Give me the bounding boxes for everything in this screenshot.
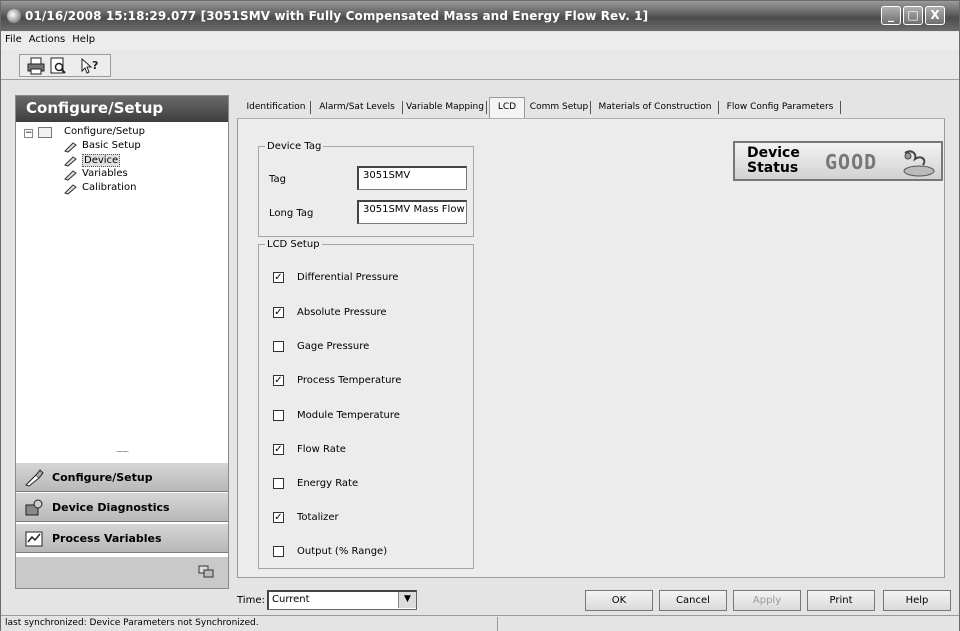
toolbar: ?	[1, 50, 959, 80]
apply-button[interactable]: Apply	[733, 590, 801, 611]
checkbox[interactable]: ✓	[273, 512, 284, 523]
long-tag-label: Long Tag	[269, 208, 314, 219]
group-legend: LCD Setup	[267, 239, 320, 250]
nav-footer	[16, 556, 228, 588]
minimize-button[interactable]: _	[881, 6, 901, 25]
splitter-grip[interactable]: ..........	[16, 447, 228, 454]
long-tag-input[interactable]: 3051SMV Mass Flow	[357, 200, 467, 224]
time-label: Time:	[237, 595, 265, 606]
tab-comm-setup[interactable]: Comm Setup	[527, 98, 591, 117]
wrench-icon	[64, 156, 77, 167]
toolbar-group: ?	[19, 54, 111, 77]
tree-item-label: Basic Setup	[82, 140, 141, 151]
diagnostics-icon	[25, 499, 43, 516]
print-preview-icon[interactable]	[48, 57, 68, 75]
title-bar[interactable]: 01/16/2008 15:18:29.077 [3051SMV with Fu…	[1, 1, 959, 31]
bottom-bar: Time: Current ▼ OK Cancel Apply Print He…	[229, 586, 959, 614]
menu-actions[interactable]: Actions	[25, 32, 69, 45]
checkbox[interactable]: ✓	[273, 307, 284, 318]
wrench-icon	[64, 170, 77, 181]
tag-label: Tag	[269, 174, 286, 185]
time-select-value: Current	[272, 594, 310, 605]
status-divider	[497, 617, 498, 631]
ok-button[interactable]: OK	[585, 590, 653, 611]
tab-lcd[interactable]: LCD	[489, 97, 525, 118]
collapse-icon[interactable]: −	[24, 129, 33, 138]
svg-text:?: ?	[92, 59, 98, 72]
close-button[interactable]: X	[925, 6, 945, 25]
lcd-tab-panel: Device Tag Tag 3051SMV Long Tag 3051SMV …	[237, 118, 945, 578]
nav-configure-setup[interactable]: Configure/Setup	[16, 462, 228, 492]
chevron-down-icon[interactable]: ▼	[398, 592, 416, 608]
menu-bar: File Actions Help	[1, 32, 959, 50]
window-title: 01/16/2008 15:18:29.077 [3051SMV with Fu…	[25, 9, 649, 23]
group-legend: Device Tag	[267, 141, 322, 152]
checkbox[interactable]	[273, 478, 284, 489]
nav-label: Device Diagnostics	[52, 501, 170, 514]
nav-label: Process Variables	[52, 532, 162, 545]
panel-header: Configure/Setup	[16, 96, 228, 122]
nav-device-diagnostics[interactable]: Device Diagnostics	[16, 492, 228, 522]
app-window: 01/16/2008 15:18:29.077 [3051SMV with Fu…	[0, 0, 960, 631]
checkbox[interactable]	[273, 341, 284, 352]
device-status-indicator[interactable]: Device Status GOOD	[733, 141, 943, 181]
cancel-button[interactable]: Cancel	[659, 590, 727, 611]
lcd-setup-group: LCD Setup ✓ Differential Pressure ✓ Absolu…	[258, 239, 474, 569]
tab-identification[interactable]: Identification	[241, 98, 311, 117]
tree-item-label: Variables	[82, 168, 128, 179]
tab-flow-config-parameters[interactable]: Flow Config Parameters	[719, 98, 841, 117]
menu-help[interactable]: Help	[68, 32, 98, 45]
tree-root-label: Configure/Setup	[64, 126, 145, 137]
print-button[interactable]: Print	[807, 590, 875, 611]
menu-file[interactable]: File	[1, 32, 25, 45]
checkbox[interactable]	[273, 546, 284, 557]
device-tag-group: Device Tag Tag 3051SMV Long Tag 3051SMV …	[258, 141, 474, 237]
status-bar: last synchronized: Device Parameters not…	[1, 615, 959, 631]
checkbox[interactable]: ✓	[273, 375, 284, 386]
tab-alarm-sat-levels[interactable]: Alarm/Sat Levels	[311, 98, 403, 117]
help-button[interactable]: Help	[883, 590, 951, 611]
time-select[interactable]: Current ▼	[267, 590, 417, 610]
checkbox[interactable]: ✓	[273, 272, 284, 283]
tag-input[interactable]: 3051SMV	[357, 166, 467, 190]
configure-buttons-icon[interactable]	[198, 565, 214, 579]
checkbox[interactable]: ✓	[273, 444, 284, 455]
checkbox[interactable]	[273, 410, 284, 421]
tab-variable-mapping[interactable]: Variable Mapping	[403, 98, 487, 117]
configure-icon	[25, 469, 44, 487]
app-icon	[7, 9, 21, 23]
tree-item-label: Calibration	[82, 182, 137, 193]
navigation-panel: Configure/Setup − Configure/Setup Basic …	[15, 95, 229, 589]
help-pointer-icon[interactable]: ?	[80, 57, 100, 75]
tab-materials-of-construction[interactable]: Materials of Construction	[591, 98, 719, 117]
tree-item-label: Device	[82, 154, 121, 167]
process-variables-icon	[25, 531, 43, 547]
device-status-label: Device Status	[747, 145, 800, 176]
nav-process-variables[interactable]: Process Variables	[16, 523, 228, 553]
wrench-icon	[64, 184, 77, 195]
print-icon[interactable]	[26, 57, 46, 75]
nav-label: Configure/Setup	[52, 471, 153, 484]
folder-icon	[38, 127, 52, 138]
maximize-button[interactable]: □	[903, 6, 923, 25]
wrench-icon	[64, 142, 77, 153]
sync-status-text: last synchronized: Device Parameters not…	[5, 618, 259, 628]
device-status-value: GOOD	[825, 150, 878, 174]
device-status-icon	[903, 150, 935, 177]
